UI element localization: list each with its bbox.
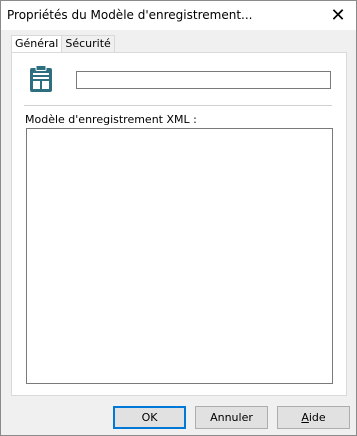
- dialog-title: Propriétés du Modèle d'enregistrement...: [7, 8, 253, 22]
- separator: [24, 105, 332, 106]
- general-panel: Modèle d'enregistrement XML :: [11, 52, 347, 396]
- xml-template-textarea[interactable]: [26, 128, 333, 384]
- ok-button[interactable]: OK: [113, 406, 186, 429]
- tab-security[interactable]: Sécurité: [62, 35, 115, 52]
- tab-strip: Général Sécurité: [11, 35, 115, 53]
- dialog-window: Propriétés du Modèle d'enregistrement...…: [0, 0, 357, 436]
- cancel-button[interactable]: Annuler: [195, 406, 268, 429]
- title-bar[interactable]: Propriétés du Modèle d'enregistrement...…: [1, 1, 356, 30]
- close-icon: ✕: [330, 5, 346, 26]
- help-accelerator: A: [301, 411, 309, 424]
- close-button[interactable]: ✕: [320, 1, 356, 30]
- name-input[interactable]: [76, 71, 331, 89]
- clipboard-icon: [30, 65, 52, 92]
- xml-template-label: Modèle d'enregistrement XML :: [25, 113, 197, 126]
- tab-general[interactable]: Général: [11, 35, 63, 52]
- help-label-rest: ide: [308, 411, 326, 424]
- help-button[interactable]: Aide: [277, 406, 350, 429]
